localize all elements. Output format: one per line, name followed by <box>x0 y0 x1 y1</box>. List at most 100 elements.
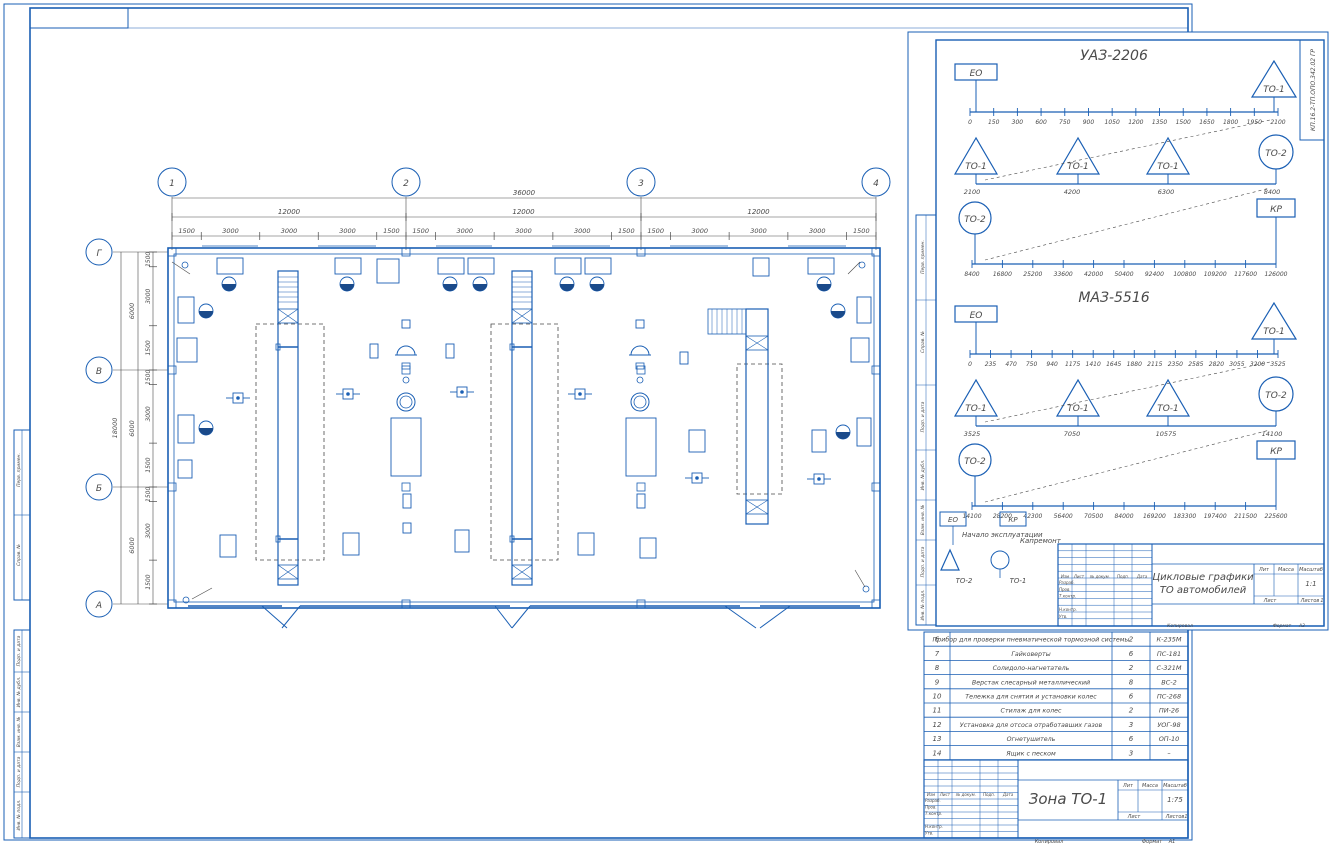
table-cell-n: 9 <box>935 678 940 686</box>
table-cell-name: Прибор для проверки пневматической тормо… <box>933 636 1130 644</box>
equipment-box <box>177 296 195 324</box>
table-cell-qty: 6 <box>1129 650 1134 658</box>
stamp-code: КП.16.2-ТП.ОПО.342.02 ГР <box>1310 49 1317 131</box>
column-square <box>871 599 881 609</box>
corner-stamp-box <box>29 7 129 29</box>
table-cell-n: 11 <box>933 707 942 715</box>
dim-sub: 3000 <box>750 227 767 235</box>
dim-sub: 1500 <box>853 227 870 235</box>
info-label: Лит <box>1122 783 1134 789</box>
maz-scale3-label: 70500 <box>1084 513 1103 520</box>
a3-row-label: Подп. <box>1117 574 1129 579</box>
equipment-box <box>177 414 195 444</box>
maz-scale3-label: 56400 <box>1054 513 1073 520</box>
table-cell-model: ВС-2 <box>1161 678 1176 686</box>
maz-scale1-label: 1880 <box>1127 361 1142 368</box>
equipment-box <box>811 429 827 453</box>
dim-sub: 1500 <box>412 227 429 235</box>
uaz-scale1-label: 900 <box>1083 119 1095 126</box>
side-dim-sub: 1500 <box>145 487 152 502</box>
equipment-box <box>639 537 657 559</box>
dim-sub: 1500 <box>383 227 400 235</box>
table-cell-name: Стилаж для колес <box>1001 708 1062 715</box>
footer-label: А1 <box>1168 839 1176 845</box>
bench-vise-fill <box>831 311 845 318</box>
uaz-to2-label: ТО-2 <box>964 215 986 225</box>
table-cell-n: 7 <box>935 650 940 658</box>
uaz-scale1-label: 150 <box>988 119 1000 126</box>
table-cell-qty: 2 <box>1129 664 1134 672</box>
a3-footer-label: Копировал <box>1167 623 1193 629</box>
gate-leaf <box>724 605 757 629</box>
maz-scale2-label: 7050 <box>1064 430 1081 438</box>
car-post-zone <box>490 323 559 561</box>
dim-span: 12000 <box>512 208 535 216</box>
a3-side-label: Подп. и дата <box>920 401 926 432</box>
leader-line <box>191 587 213 600</box>
info-value: 1 <box>1184 814 1187 820</box>
uaz-scale1-label: 750 <box>1059 119 1071 126</box>
axis-label: 1 <box>169 179 175 189</box>
equipment-box <box>445 343 455 359</box>
info-label: Лист <box>1127 814 1142 820</box>
uaz-to1-label: ТО-1 <box>1157 162 1179 172</box>
extinguisher <box>858 261 866 269</box>
a3-info-label: Лит <box>1258 567 1270 573</box>
equipment-box <box>401 319 411 329</box>
a3-side-label: Инв. № подл. <box>920 589 926 620</box>
equipment-box <box>334 257 362 275</box>
side-stamp-label: Взам. инв. № <box>16 716 22 747</box>
dim-sub: 3000 <box>515 227 532 235</box>
a3-side-label: Справ. № <box>920 331 926 353</box>
table-cell-name: Огнетушитель <box>1007 736 1056 743</box>
column-square <box>401 599 411 609</box>
maz-scale1-label: 235 <box>985 361 997 368</box>
title-row-label: № докум. <box>955 792 976 797</box>
side-dim-row: 6000 <box>128 537 136 554</box>
side-dim-sub: 1500 <box>145 457 152 472</box>
maz-scale1-label: 3055 <box>1229 361 1244 368</box>
uaz-scale1-label: 2100 <box>1270 119 1285 126</box>
a3-row-label: Лист <box>1073 574 1085 579</box>
title-row-label: Изм <box>927 792 935 797</box>
maz-scale2-label: 10575 <box>1156 430 1177 438</box>
table-cell-name: Гайковерты <box>1011 651 1050 658</box>
drawing-canvas: Перв. примен. Справ. № Подп. и дата Инв. № … <box>0 0 1330 845</box>
table-cell-model: ПС-268 <box>1157 692 1181 700</box>
dim-span: 12000 <box>747 208 770 216</box>
column-square <box>167 599 177 609</box>
inspection-pit <box>277 270 299 586</box>
equipment-box <box>177 459 193 479</box>
table-cell-model: С-321М <box>1157 664 1182 672</box>
uaz-to1-label: ТО-1 <box>1263 85 1285 95</box>
maz-to1-label: ТО-1 <box>1263 327 1285 337</box>
title-role: Утв. <box>925 831 933 836</box>
dim-total: 36000 <box>513 189 536 197</box>
table-cell-n: 12 <box>933 721 942 729</box>
column-square <box>636 599 646 609</box>
gate-leaf <box>281 605 301 629</box>
equipment-box <box>402 493 412 509</box>
a3-role: Пров. <box>1059 587 1071 592</box>
axis-label: 3 <box>638 179 644 189</box>
uaz-scale3-label: 117600 <box>1234 271 1257 278</box>
footer-label: Формат <box>1142 839 1163 845</box>
a3-role: Разраб. <box>1059 580 1075 585</box>
maz-scale3-label: 84000 <box>1114 513 1133 520</box>
a3-side-label: Подп. и дата <box>920 546 926 577</box>
title-row-label: Подп. <box>983 792 995 797</box>
equipment-box <box>752 257 770 277</box>
a3-footer-label: Формат <box>1273 623 1292 629</box>
uaz-scale3-label: 42000 <box>1084 271 1103 278</box>
legend-kr-text: Капремонт <box>1020 537 1062 545</box>
car-post-zone <box>255 323 325 561</box>
uaz-scale2-label: 6300 <box>1158 188 1175 196</box>
uaz-scale3-label: 33600 <box>1054 271 1073 278</box>
maz-scale1-label: 470 <box>1005 361 1017 368</box>
a3-side-label: Перв. примен. <box>920 240 926 274</box>
extinguisher <box>402 376 410 384</box>
maz-scale1-label: 1645 <box>1106 361 1121 368</box>
leader-line <box>854 569 866 588</box>
legend-eo: ЕО <box>948 516 958 524</box>
sheet-title: Зона ТО-1 <box>1029 790 1108 808</box>
